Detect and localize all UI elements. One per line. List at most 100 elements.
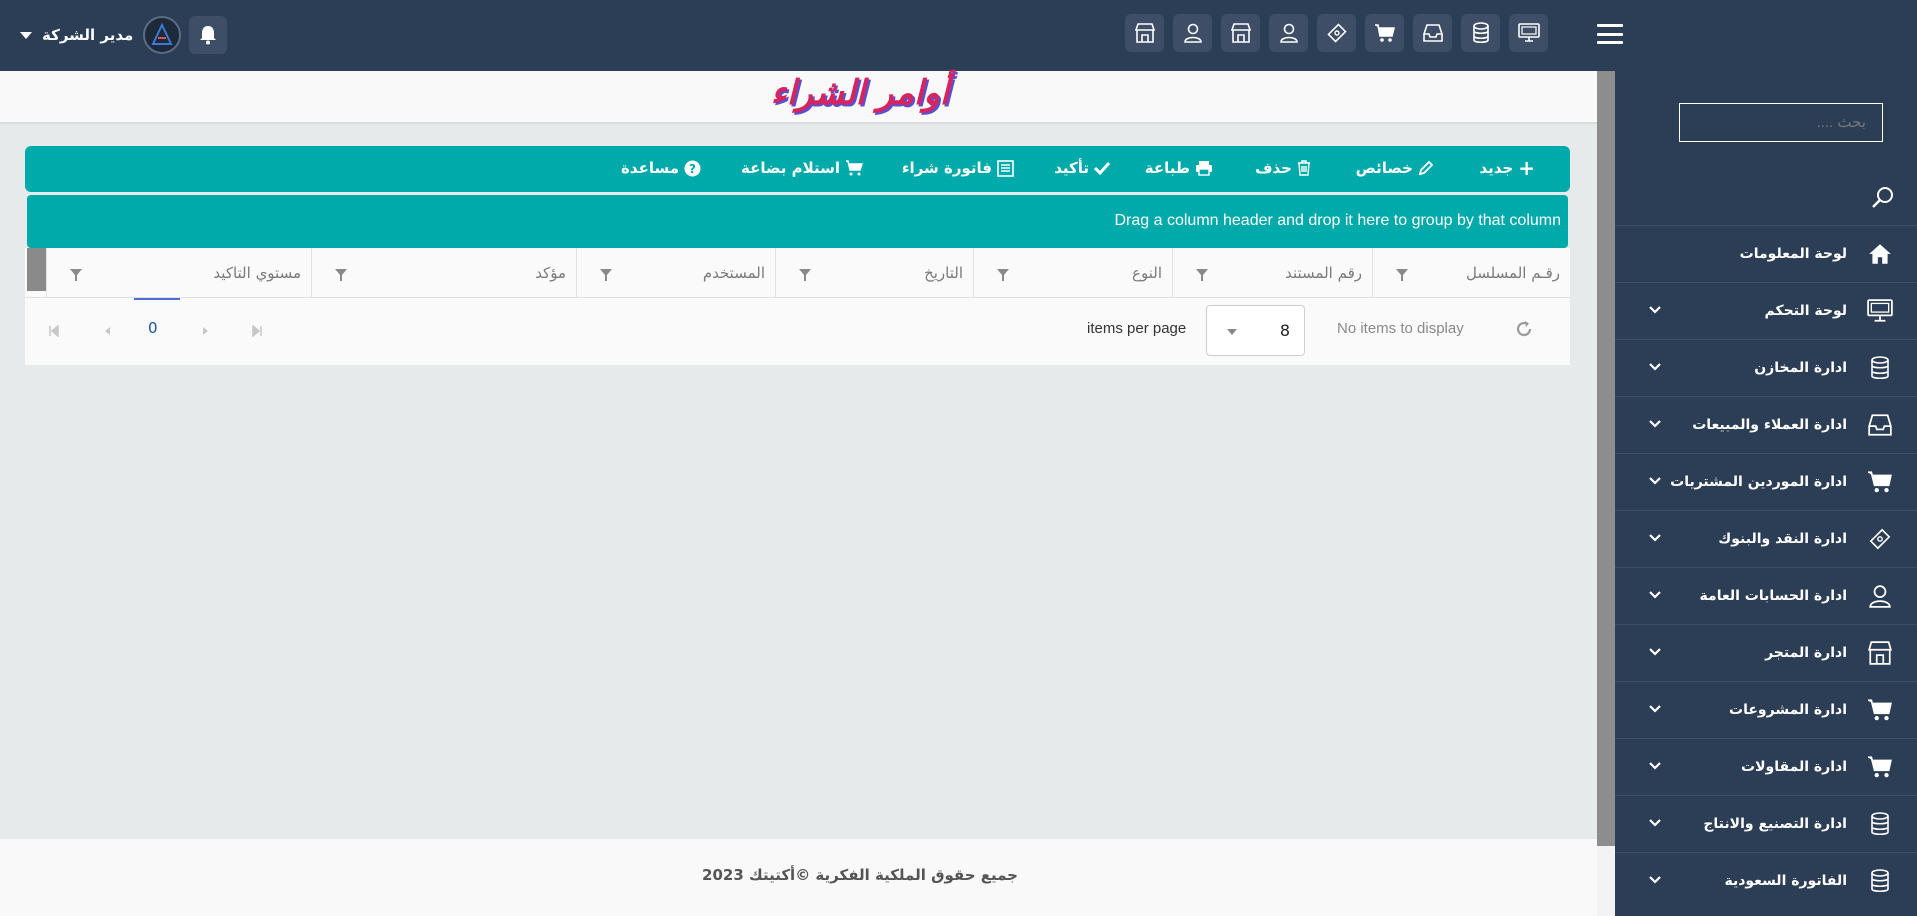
database-icon[interactable] [1461, 14, 1500, 52]
sidebar-item-dashboard[interactable]: لوحة المعلومات [1615, 225, 1917, 282]
sidebar-item-warehouses[interactable]: ادارة المخازن [1615, 339, 1917, 396]
column-serial[interactable]: رقـم المسلسل [1372, 248, 1570, 298]
items-per-page-select[interactable]: 8 [1206, 305, 1305, 356]
print-button[interactable]: طباعة [1145, 159, 1213, 177]
scrollbar-thumb[interactable] [1597, 71, 1615, 846]
help-button[interactable]: ? مساعدة [621, 159, 701, 177]
inbox-icon[interactable] [1413, 14, 1452, 52]
user-icon [1869, 585, 1891, 608]
user-name[interactable]: مدير الشركة [42, 26, 133, 44]
search-icon[interactable] [1871, 185, 1895, 209]
menu-toggle-icon[interactable] [1597, 24, 1623, 44]
database-icon [1871, 869, 1889, 893]
confirm-button[interactable]: تأكيد [1054, 159, 1110, 177]
group-drop-zone[interactable]: Drag a column header and drop it here to… [27, 195, 1568, 248]
grid-header: رقـم المسلسل رقم المستند النوع التاريخ ا… [25, 248, 1570, 298]
filter-icon [600, 269, 612, 281]
cart-icon [1868, 699, 1892, 721]
store-icon[interactable] [1221, 14, 1260, 52]
user-menu[interactable]: مدير الشركة [20, 15, 228, 55]
chevron-down-icon [1649, 477, 1661, 485]
copyright-text: جميع حقوق الملكية الفكرية ©أكتيتك 2023 [702, 866, 1018, 884]
filter-icon [70, 269, 82, 281]
data-grid: رقـم المسلسل رقم المستند النوع التاريخ ا… [25, 248, 1570, 365]
prev-page-icon[interactable] [102, 325, 112, 337]
first-page-icon[interactable] [48, 325, 60, 337]
chevron-down-icon [1649, 306, 1661, 314]
items-per-page-label: items per page [1087, 320, 1187, 337]
user-icon[interactable] [1269, 14, 1308, 52]
store-icon[interactable] [1125, 14, 1164, 52]
plus-icon: + [1518, 156, 1535, 180]
cart-icon[interactable] [1365, 14, 1404, 52]
caret-down-icon[interactable] [20, 31, 32, 39]
group-hint: Drag a column header and drop it here to… [1114, 212, 1562, 229]
user-icon[interactable] [1173, 14, 1212, 52]
column-date[interactable]: التاريخ [775, 248, 973, 298]
properties-button[interactable]: خصائص [1356, 159, 1434, 177]
invoice-icon [997, 159, 1014, 177]
chevron-down-icon [1649, 420, 1661, 428]
next-page-icon[interactable] [201, 325, 211, 337]
last-page-icon[interactable] [251, 325, 263, 337]
column-confirmed[interactable]: مؤكد [311, 248, 576, 298]
footer: جميع حقوق الملكية الفكرية ©أكتيتك 2023 [0, 839, 1597, 916]
sidebar-item-contracting[interactable]: ادارة المقاولات [1615, 738, 1917, 795]
monitor-icon[interactable] [1509, 14, 1548, 52]
receive-goods-button[interactable]: استلام بضاعة [741, 159, 863, 177]
chevron-down-icon [1649, 534, 1661, 542]
filter-icon [1196, 269, 1208, 281]
column-confirmation-level[interactable]: مستوي التاكيد [46, 248, 311, 298]
pager: 0 items per page 8 No items to display [25, 298, 1570, 365]
filter-icon [799, 269, 811, 281]
delete-button[interactable]: حذف [1255, 159, 1311, 177]
column-user[interactable]: المستخدم [576, 248, 775, 298]
column-document-number[interactable]: رقم المستند [1172, 248, 1372, 298]
money-icon [1869, 528, 1891, 550]
svg-text:?: ? [689, 162, 696, 176]
sidebar-item-suppliers-purchases[interactable]: ادارة الموردين المشتريات [1615, 453, 1917, 510]
top-bar: مدير الشركة [0, 0, 1917, 71]
database-icon [1871, 356, 1889, 380]
chevron-down-icon [1649, 705, 1661, 713]
question-circle-icon: ? [684, 160, 701, 176]
new-button[interactable]: + جديد [1479, 156, 1535, 180]
chevron-down-icon [1649, 591, 1661, 599]
purchase-invoice-button[interactable]: فاتورة شراء [902, 159, 1014, 177]
company-logo-icon [151, 22, 173, 45]
grid-row-handle[interactable] [27, 248, 46, 291]
column-type[interactable]: النوع [973, 248, 1172, 298]
sidebar-item-cash-banks[interactable]: ادارة النقد والبنوك [1615, 510, 1917, 567]
filter-icon [335, 269, 347, 281]
sidebar-item-projects[interactable]: ادارة المشروعات [1615, 681, 1917, 738]
main-scrollbar[interactable] [1597, 71, 1615, 916]
avatar[interactable] [143, 16, 182, 54]
chevron-down-icon [1649, 876, 1661, 884]
notifications-button[interactable] [189, 16, 228, 54]
sidebar-item-control-panel[interactable]: لوحة التحكم [1615, 282, 1917, 339]
sidebar: لوحة المعلومات لوحة التحكم ادارة المخازن… [1615, 71, 1917, 916]
chevron-down-icon [1649, 648, 1661, 656]
sidebar-search-input[interactable] [1679, 103, 1883, 142]
filter-icon [1396, 269, 1408, 281]
current-page[interactable]: 0 [148, 319, 158, 337]
sidebar-item-general-accounts[interactable]: ادارة الحسابات العامة [1615, 567, 1917, 624]
sidebar-item-store[interactable]: ادارة المتجر [1615, 624, 1917, 681]
sidebar-item-saudi-invoice[interactable]: الفاتورة السعودية [1615, 852, 1917, 909]
toolbar: + جديد خصائص حذف طباعة تأكيد فاتورة شراء… [25, 146, 1570, 192]
no-items-text: No items to display [1337, 320, 1464, 337]
cart-icon [1868, 471, 1892, 493]
trash-icon [1298, 160, 1310, 176]
money-icon[interactable] [1317, 14, 1356, 52]
main-content: أوامر الشراء + جديد خصائص حذف طباعة تأكي… [0, 71, 1597, 916]
sidebar-item-customers-sales[interactable]: ادارة العملاء والمبيعات [1615, 396, 1917, 453]
sidebar-item-manufacturing[interactable]: ادارة التصنيع والانتاج [1615, 795, 1917, 852]
printer-icon [1196, 161, 1212, 176]
filter-icon [997, 269, 1009, 281]
page-header: أوامر الشراء [0, 71, 1597, 124]
refresh-icon[interactable] [1515, 320, 1533, 338]
cart-icon [846, 160, 863, 176]
cart-icon [1868, 756, 1892, 778]
store-icon [1868, 641, 1892, 665]
caret-down-icon [1227, 329, 1237, 335]
